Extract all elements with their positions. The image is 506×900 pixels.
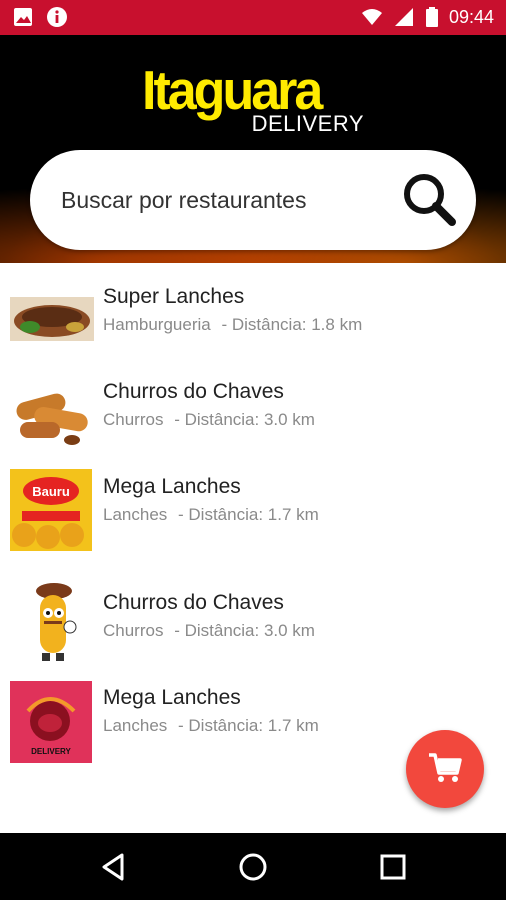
- wifi-icon: [361, 6, 383, 28]
- thumb-delivery-text: DELIVERY: [31, 747, 71, 756]
- restaurant-distance: - Distância: 1.8 km: [221, 315, 363, 334]
- search-button[interactable]: [398, 168, 462, 232]
- restaurant-image: [10, 275, 94, 359]
- search-input[interactable]: [61, 180, 381, 220]
- restaurant-meta: Lanches - Distância: 1.7 km: [103, 505, 319, 525]
- home-icon: [233, 853, 273, 891]
- restaurant-name: Super Lanches: [103, 285, 245, 308]
- cart-icon: [427, 749, 463, 790]
- status-time: 09:44: [448, 6, 494, 27]
- brand-subtitle: DELIVERY: [251, 111, 364, 136]
- restaurant-item[interactable]: Churros do Chaves Churros - Distância: 3…: [0, 579, 506, 669]
- restaurant-distance: - Distância: 3.0 km: [174, 621, 315, 640]
- restaurant-distance: - Distância: 1.7 km: [178, 716, 319, 735]
- status-bar: 09:44: [0, 0, 506, 35]
- restaurant-distance: - Distância: 3.0 km: [174, 410, 315, 429]
- back-button[interactable]: [94, 847, 134, 887]
- signal-icon: [393, 6, 415, 28]
- restaurant-distance: - Distância: 1.7 km: [178, 505, 319, 524]
- restaurant-item[interactable]: Bauru Mega Lanches Lanches - Distância: …: [0, 463, 506, 553]
- restaurant-category: Churros: [103, 410, 164, 429]
- restaurant-name: Mega Lanches: [103, 686, 241, 709]
- restaurant-image: [10, 581, 94, 665]
- restaurant-name: Churros do Chaves: [103, 380, 284, 403]
- home-button[interactable]: [233, 847, 273, 887]
- restaurant-item[interactable]: Super Lanches Hamburgueria - Distância: …: [0, 273, 506, 363]
- restaurant-image: Bauru: [10, 469, 92, 551]
- restaurant-name: Churros do Chaves: [103, 591, 284, 614]
- search-icon: [398, 174, 462, 236]
- restaurant-image: [10, 370, 94, 454]
- battery-icon: [425, 6, 439, 28]
- cart-button[interactable]: [406, 730, 484, 808]
- restaurant-meta: Lanches - Distância: 1.7 km: [103, 716, 319, 736]
- info-icon: [46, 6, 68, 28]
- restaurant-category: Churros: [103, 621, 164, 640]
- restaurant-name: Mega Lanches: [103, 475, 241, 498]
- restaurant-meta: Hamburgueria - Distância: 1.8 km: [103, 315, 362, 335]
- restaurant-category: Lanches: [103, 716, 168, 735]
- image-icon: [12, 6, 34, 28]
- restaurant-category: Lanches: [103, 505, 168, 524]
- restaurant-item[interactable]: Churros do Chaves Churros - Distância: 3…: [0, 368, 506, 458]
- thumb-bauru-text: Bauru: [32, 484, 70, 499]
- recents-icon: [373, 854, 413, 891]
- brand-logo: Itaguara DELIVERY: [142, 64, 366, 136]
- search-bar: [30, 150, 476, 250]
- back-icon: [94, 853, 134, 891]
- restaurant-category: Hamburgueria: [103, 315, 211, 334]
- restaurant-image: DELIVERY: [10, 681, 92, 763]
- recents-button[interactable]: [373, 847, 413, 887]
- restaurant-meta: Churros - Distância: 3.0 km: [103, 621, 315, 641]
- restaurant-meta: Churros - Distância: 3.0 km: [103, 410, 315, 430]
- navigation-bar: [0, 833, 506, 900]
